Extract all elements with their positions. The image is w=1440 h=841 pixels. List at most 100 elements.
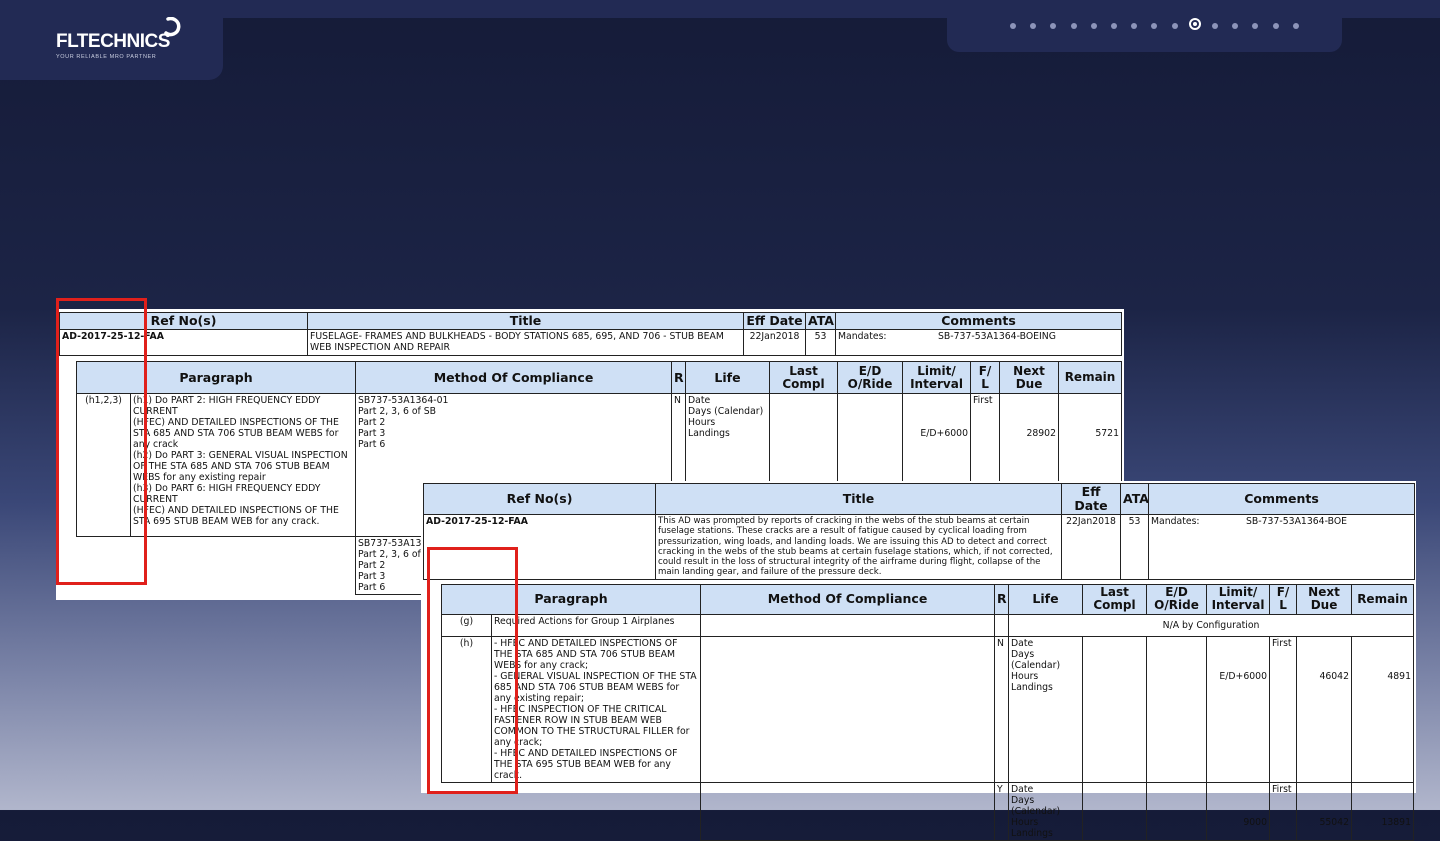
pager-dot[interactable] bbox=[1232, 23, 1239, 29]
method-text bbox=[700, 613, 996, 637]
mandates-label: Mandates: bbox=[1151, 516, 1200, 527]
pager-dot[interactable] bbox=[1111, 23, 1117, 29]
pager-dot[interactable] bbox=[1188, 18, 1201, 30]
next-due-value: 46042 bbox=[1296, 635, 1353, 783]
pager-dot[interactable] bbox=[1070, 23, 1077, 29]
r-value: Y bbox=[994, 781, 1010, 841]
method-text bbox=[700, 635, 996, 783]
pager-dot[interactable] bbox=[1090, 23, 1097, 29]
na-configuration-note: N/A by Configuration bbox=[1008, 613, 1415, 637]
last-compl-value bbox=[1082, 635, 1148, 783]
last-compl-header: Last Compl bbox=[1082, 583, 1148, 615]
title-value: This AD was prompted by reports of crack… bbox=[655, 514, 1062, 580]
comments-header: Comments bbox=[835, 312, 1122, 330]
ref-no-header: Ref No(s) bbox=[423, 483, 656, 515]
highlight-box-1 bbox=[56, 298, 147, 585]
next-due-header: Next Due bbox=[999, 361, 1060, 394]
eff-date-header: Eff Date bbox=[1061, 483, 1121, 515]
life-value: Date Days (Calendar) Hours Landings bbox=[1008, 781, 1084, 841]
pager-dot[interactable] bbox=[1131, 23, 1138, 29]
brand-logo: FLTECHNICS bbox=[56, 31, 170, 52]
fl-value: First bbox=[1269, 781, 1298, 841]
fl-header: F/ L bbox=[970, 361, 1001, 394]
empty-cell bbox=[131, 537, 356, 595]
pager-dot[interactable] bbox=[1212, 23, 1218, 29]
paragraph-text: Required Actions for Group 1 Airplanes bbox=[490, 613, 702, 637]
ed-oride-header: E/D O/Ride bbox=[837, 361, 904, 394]
eff-date-value: 22Jan2018 bbox=[743, 329, 806, 356]
pager-dot[interactable] bbox=[1010, 23, 1016, 29]
limit-interval-header: Limit/ Interval bbox=[1206, 583, 1271, 615]
pager-dot[interactable] bbox=[1050, 23, 1057, 29]
limit-text: E/D+6000 bbox=[1219, 670, 1268, 682]
method-header: Method Of Compliance bbox=[700, 583, 996, 615]
ad-header-table: Ref No(s) Title Eff Date ATA Comments AD… bbox=[59, 312, 1122, 356]
comments-value: Mandates: SB-737-53A1364-BOEING bbox=[835, 329, 1122, 356]
title-value: FUSELAGE- FRAMES AND BULKHEADS - BODY ST… bbox=[307, 329, 744, 356]
next-due-text: 55042 bbox=[1319, 816, 1350, 828]
ed-oride-value bbox=[1146, 635, 1208, 783]
highlight-box-2 bbox=[427, 547, 518, 794]
paragraph-text: - HFEC AND DETAILED INSPECTIONS OF THE S… bbox=[490, 635, 702, 783]
r-header: R bbox=[994, 583, 1010, 615]
limit-value: E/D+6000 bbox=[1206, 635, 1271, 783]
ata-value: 53 bbox=[1120, 514, 1149, 580]
comments-value: Mandates: SB-737-53A1364-BOE bbox=[1148, 514, 1415, 580]
life-header: Life bbox=[1008, 583, 1084, 615]
paragraph-text: (h1) Do PART 2: HIGH FREQUENCY EDDY CURR… bbox=[129, 393, 357, 537]
life-value: Date Days (Calendar) Hours Landings bbox=[1008, 635, 1084, 783]
table-row: Y Date Days (Calendar) Hours Landings 90… bbox=[442, 781, 1415, 841]
brand-tagline: YOUR RELIABLE MRO PARTNER bbox=[56, 54, 157, 60]
logo-tab: FLTECHNICS YOUR RELIABLE MRO PARTNER bbox=[0, 0, 223, 80]
pager-dot[interactable] bbox=[1030, 23, 1037, 29]
ata-header: ATA bbox=[805, 312, 836, 330]
limit-value: 9000 bbox=[1206, 781, 1271, 841]
remain-value: 4891 bbox=[1351, 635, 1415, 783]
pager-dot[interactable] bbox=[1171, 23, 1178, 29]
last-compl-value bbox=[1082, 781, 1148, 841]
slide-pager bbox=[947, 0, 1342, 52]
life-header: Life bbox=[685, 361, 771, 394]
fl-value: First bbox=[1269, 635, 1298, 783]
table-row: (h) - HFEC AND DETAILED INSPECTIONS OF T… bbox=[441, 635, 1415, 783]
method-text bbox=[700, 781, 996, 841]
method-header: Method Of Compliance bbox=[355, 361, 673, 394]
ata-header: ATA bbox=[1120, 483, 1149, 515]
r-value: N bbox=[994, 635, 1010, 783]
pager-dot[interactable] bbox=[1252, 23, 1259, 29]
next-due-header: Next Due bbox=[1296, 583, 1353, 615]
next-due-text: 28902 bbox=[1026, 428, 1057, 439]
next-due-text: 46042 bbox=[1319, 670, 1350, 682]
ad-header-table: Ref No(s) Title Eff Date ATA Comments AD… bbox=[423, 483, 1415, 580]
title-header: Title bbox=[655, 483, 1062, 515]
mandates-value: SB-737-53A1364-BOE bbox=[1246, 516, 1348, 527]
limit-text: 9000 bbox=[1243, 816, 1268, 828]
eff-date-header: Eff Date bbox=[743, 312, 806, 330]
empty-cell bbox=[492, 782, 701, 840]
remain-header: Remain bbox=[1058, 361, 1123, 394]
limit-interval-header: Limit/ Interval bbox=[902, 361, 972, 394]
comments-header: Comments bbox=[1148, 483, 1415, 515]
next-due-value: 55042 bbox=[1296, 781, 1353, 841]
pager-dot[interactable] bbox=[1151, 23, 1158, 29]
ata-value: 53 bbox=[805, 329, 836, 356]
limit-text: E/D+6000 bbox=[920, 428, 969, 439]
pager-dot[interactable] bbox=[1272, 23, 1279, 29]
remain-value: 13891 bbox=[1351, 781, 1415, 841]
last-compl-header: Last Compl bbox=[769, 361, 839, 394]
mandates-label: Mandates: bbox=[838, 331, 887, 342]
ed-oride-header: E/D O/Ride bbox=[1146, 583, 1208, 615]
mandates-value: SB-737-53A1364-BOEING bbox=[938, 331, 1056, 342]
r-header: R bbox=[671, 361, 687, 394]
remain-text: 5721 bbox=[1095, 428, 1120, 439]
logo-swirl-icon bbox=[164, 17, 181, 37]
remain-header: Remain bbox=[1351, 583, 1415, 615]
eff-date-value: 22Jan2018 bbox=[1061, 514, 1121, 580]
title-header: Title bbox=[307, 312, 744, 330]
table-row: (g) Required Actions for Group 1 Airplan… bbox=[441, 613, 1415, 637]
ad-record-document-2: Ref No(s) Title Eff Date ATA Comments AD… bbox=[421, 481, 1416, 841]
pager-dot[interactable] bbox=[1292, 23, 1299, 29]
fl-header: F/ L bbox=[1269, 583, 1298, 615]
remain-text: 13891 bbox=[1381, 816, 1412, 828]
ed-oride-value bbox=[1146, 781, 1208, 841]
